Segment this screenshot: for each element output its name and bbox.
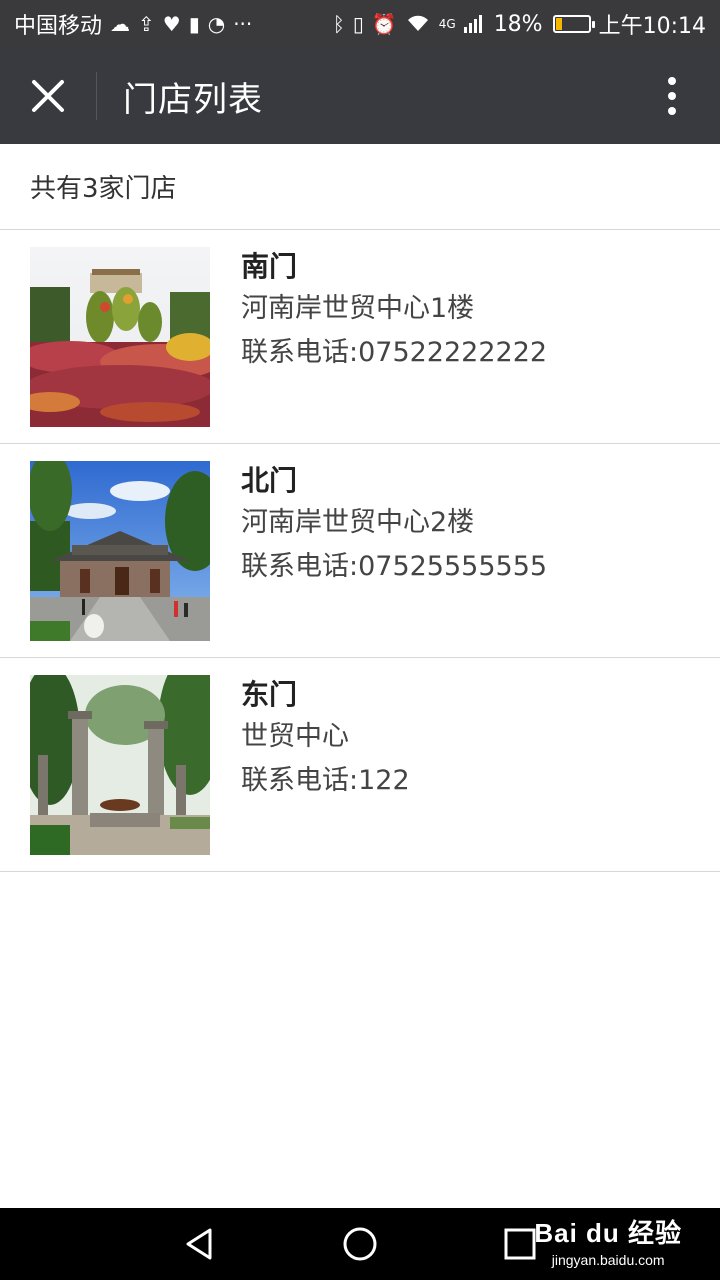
store-photo — [30, 461, 210, 641]
title-bar: 门店列表 — [0, 48, 720, 144]
battery-percent: 18% — [493, 11, 543, 37]
wifi-icon — [405, 13, 431, 36]
home-circle-icon — [343, 1227, 377, 1261]
page-title: 门店列表 — [123, 79, 263, 120]
store-info: 东门 世贸中心 联系电话:122 — [241, 675, 410, 803]
store-phone[interactable]: 联系电话:07525555555 — [241, 545, 547, 589]
battery-icon — [552, 15, 595, 33]
network-type-label: 4G — [438, 17, 456, 31]
watermark-url: jingyan.baidu.com — [551, 1252, 665, 1268]
cloud-icon: ☁ — [110, 12, 131, 36]
carrier-label: 中国移动 — [14, 14, 103, 39]
more-vertical-icon — [668, 77, 676, 115]
bluetooth-icon: ᛒ — [332, 12, 345, 36]
store-info: 南门 河南岸世贸中心1楼 联系电话:07522222222 — [241, 247, 547, 375]
close-icon — [32, 80, 64, 112]
store-item[interactable]: 东门 世贸中心 联系电话:122 — [0, 658, 720, 872]
status-bar-right: ᛒ ▯ ⏰ 4G 18% 上午10:14 — [333, 8, 706, 40]
heart-rate-icon: ♥ — [162, 12, 181, 36]
store-photo — [30, 247, 210, 427]
store-item[interactable]: 北门 河南岸世贸中心2楼 联系电话:07525555555 — [0, 444, 720, 658]
store-address: 世贸中心 — [241, 721, 349, 752]
battery-level — [555, 18, 562, 30]
status-bar-left: 中国移动 ☁ ⇪ ♥ ▮ ◔ ··· — [14, 8, 252, 40]
store-name: 北门 — [241, 464, 298, 497]
more-notifications-icon: ··· — [233, 12, 253, 36]
alarm-icon: ⏰ — [371, 12, 397, 36]
more-options-button[interactable] — [624, 48, 720, 144]
close-button[interactable] — [0, 48, 96, 144]
recents-square-icon — [504, 1228, 536, 1260]
store-address: 河南岸世贸中心2楼 — [241, 507, 475, 538]
store-count-summary: 共有3家门店 — [0, 144, 720, 230]
store-name: 南门 — [241, 250, 298, 283]
upload-icon: ⇪ — [138, 12, 155, 36]
store-photo — [30, 675, 210, 855]
app-notification-icon: ◔ — [207, 12, 226, 36]
store-phone[interactable]: 联系电话:07522222222 — [241, 331, 547, 375]
baidu-jingyan-watermark: Bai du 经验 jingyan.baidu.com — [534, 1213, 682, 1268]
store-name: 东门 — [241, 678, 298, 711]
store-address: 河南岸世贸中心1楼 — [241, 293, 475, 324]
home-nav-button[interactable] — [324, 1208, 396, 1280]
signal-icon — [463, 13, 486, 36]
clock: 上午10:14 — [598, 14, 706, 39]
store-info: 北门 河南岸世贸中心2楼 联系电话:07525555555 — [241, 461, 547, 589]
store-item[interactable]: 南门 河南岸世贸中心1楼 联系电话:07522222222 — [0, 230, 720, 444]
back-nav-button[interactable] — [164, 1208, 236, 1280]
status-bar: 中国移动 ☁ ⇪ ♥ ▮ ◔ ··· ᛒ ▯ ⏰ 4G 18% 上午10:14 — [0, 0, 720, 48]
vibrate-icon: ▯ — [352, 12, 364, 36]
store-phone[interactable]: 联系电话:122 — [241, 759, 410, 803]
battery-small-icon: ▮ — [188, 12, 200, 36]
watermark-brand: Bai du 经验 — [534, 1218, 682, 1248]
title-divider — [96, 72, 97, 120]
back-triangle-icon — [186, 1228, 212, 1260]
store-list: 南门 河南岸世贸中心1楼 联系电话:07522222222 北门 河南岸世贸中心… — [0, 230, 720, 872]
